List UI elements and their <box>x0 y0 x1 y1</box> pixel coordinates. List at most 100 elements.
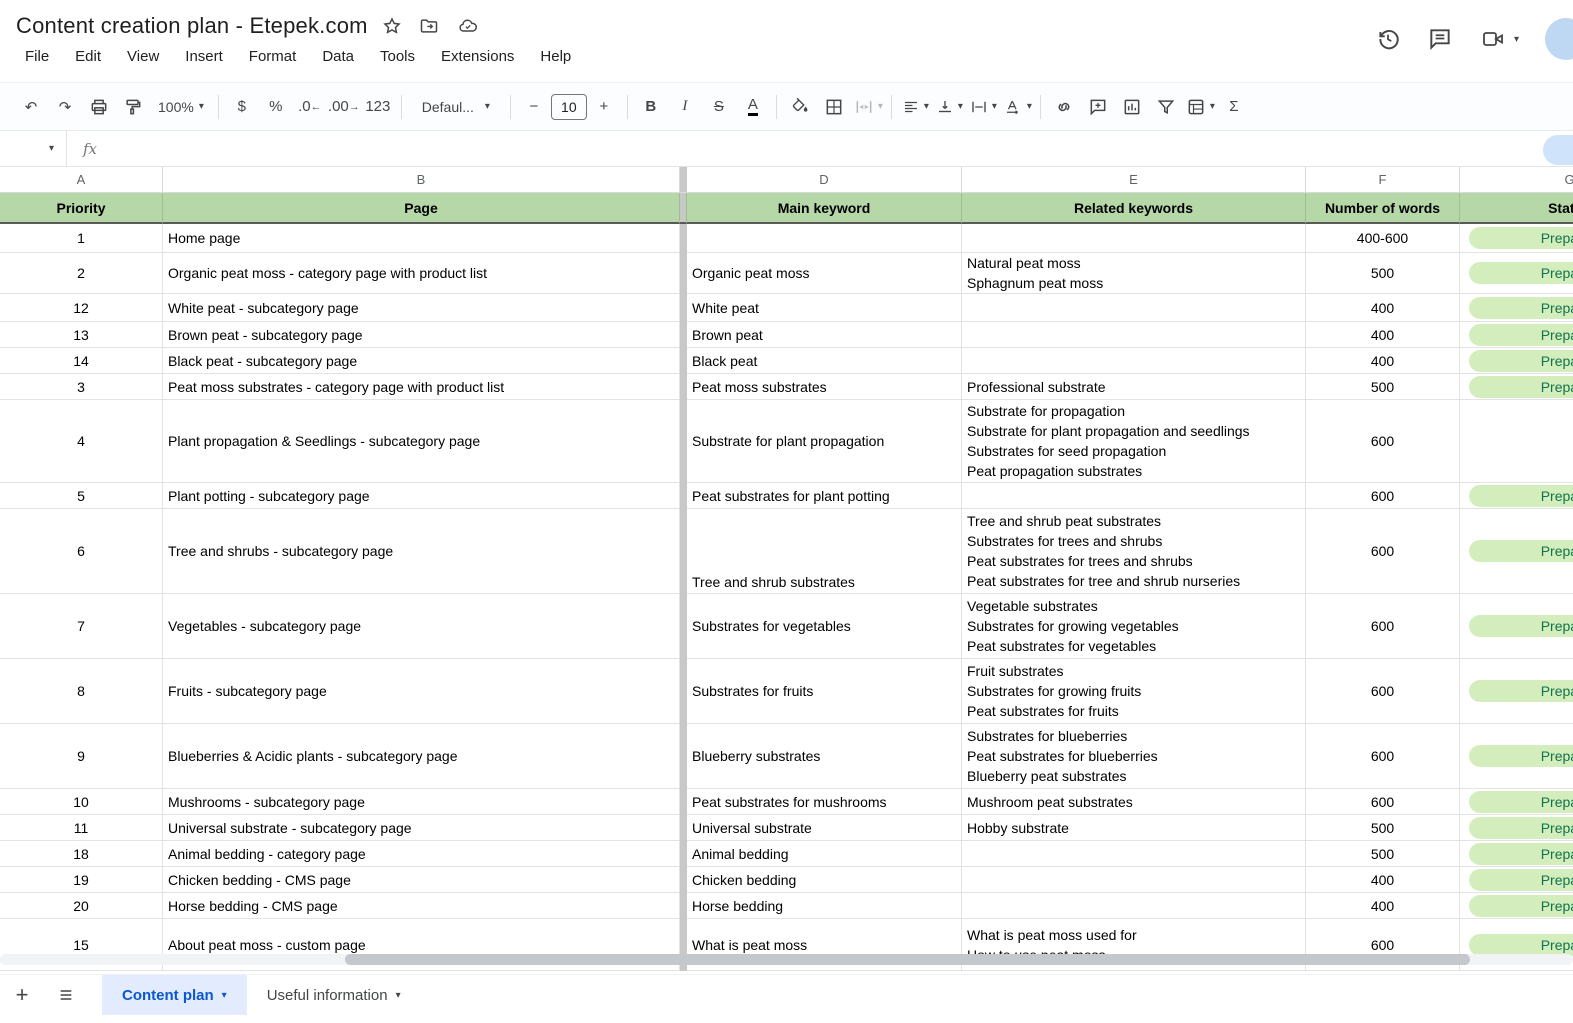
avatar[interactable] <box>1545 18 1573 60</box>
cell-status[interactable]: Prepared <box>1460 867 1573 893</box>
cell-number-of-words[interactable]: 600 <box>1306 483 1460 509</box>
merge-cells-button[interactable]: ▾ <box>851 90 885 124</box>
fill-color-button[interactable] <box>783 90 817 124</box>
menu-file[interactable]: File <box>16 46 58 67</box>
cell-related-keywords[interactable]: Hobby substrate <box>962 815 1306 841</box>
cell-main-keyword[interactable]: Animal bedding <box>687 841 962 867</box>
cell-related-keywords[interactable]: Mushroom peat substrates <box>962 789 1306 815</box>
cell-main-keyword[interactable]: Peat moss substrates <box>687 374 962 400</box>
table-views-button[interactable]: ▾ <box>1183 90 1217 124</box>
zoom-select[interactable]: 100%▾ <box>150 90 212 124</box>
insert-chart-button[interactable] <box>1115 90 1149 124</box>
cell-number-of-words[interactable]: 400 <box>1306 867 1460 893</box>
borders-button[interactable] <box>817 90 851 124</box>
cell-priority[interactable]: 19 <box>0 867 163 893</box>
cell-status[interactable]: Prepared <box>1460 253 1573 294</box>
status-badge[interactable]: Prepared <box>1469 540 1573 562</box>
text-wrap-button[interactable]: ▾ <box>966 90 1000 124</box>
cell-priority[interactable]: 3 <box>0 374 163 400</box>
cell-related-keywords[interactable]: Fruit substratesSubstrates for growing f… <box>962 659 1306 724</box>
cell-main-keyword[interactable]: Horse bedding <box>687 893 962 919</box>
cell-status[interactable]: Prepared <box>1460 374 1573 400</box>
cell-priority[interactable]: 11 <box>0 815 163 841</box>
cell-status[interactable]: Prepared <box>1460 841 1573 867</box>
cell-status[interactable]: Prepared <box>1460 893 1573 919</box>
cell-number-of-words[interactable]: 400 <box>1306 348 1460 374</box>
cell-main-keyword[interactable]: White peat <box>687 294 962 322</box>
cell-priority[interactable]: 14 <box>0 348 163 374</box>
document-title[interactable]: Content creation plan - Etepek.com <box>16 13 368 39</box>
strikethrough-button[interactable]: S <box>702 90 736 124</box>
status-badge[interactable]: Prepared <box>1469 843 1573 865</box>
cell-main-keyword[interactable]: Chicken bedding <box>687 867 962 893</box>
cell-page[interactable]: Black peat - subcategory page <box>163 348 680 374</box>
cell-page[interactable]: Organic peat moss - category page with p… <box>163 253 680 294</box>
cell-page[interactable]: Plant potting - subcategory page <box>163 483 680 509</box>
cell-page[interactable]: Horse bedding - CMS page <box>163 893 680 919</box>
cell-priority[interactable]: 6 <box>0 509 163 594</box>
cell-related-keywords[interactable] <box>962 348 1306 374</box>
increase-font-size-button[interactable]: + <box>587 90 621 124</box>
cell-page[interactable]: Vegetables - subcategory page <box>163 594 680 659</box>
menu-view[interactable]: View <box>118 46 168 67</box>
cell-related-keywords[interactable]: Natural peat mossSphagnum peat moss <box>962 253 1306 294</box>
cell-page[interactable]: Mushrooms - subcategory page <box>163 789 680 815</box>
cell-status[interactable]: Prepared <box>1460 483 1573 509</box>
redo-button[interactable]: ↷ <box>48 90 82 124</box>
cell-related-keywords[interactable] <box>962 841 1306 867</box>
cell-main-keyword[interactable]: Brown peat <box>687 322 962 348</box>
cell-status[interactable]: Prepared <box>1460 594 1573 659</box>
create-filter-button[interactable] <box>1149 90 1183 124</box>
cell-priority[interactable]: 9 <box>0 724 163 789</box>
menu-extensions[interactable]: Extensions <box>432 46 523 67</box>
cell-main-keyword[interactable]: Blueberry substrates <box>687 724 962 789</box>
header-cell-page[interactable]: Page <box>163 193 680 224</box>
name-box-caret-icon[interactable]: ▾ <box>49 143 54 154</box>
cell-number-of-words[interactable]: 400-600 <box>1306 224 1460 253</box>
undo-button[interactable]: ↶ <box>14 90 48 124</box>
insert-link-button[interactable] <box>1047 90 1081 124</box>
cell-page[interactable]: Universal substrate - subcategory page <box>163 815 680 841</box>
status-badge[interactable]: Prepared <box>1469 817 1573 839</box>
cell-priority[interactable]: 10 <box>0 789 163 815</box>
header-cell-priority[interactable]: Priority <box>0 193 163 224</box>
meet-caret-icon[interactable]: ▾ <box>1514 34 1519 45</box>
formula-bar-side-button[interactable] <box>1543 135 1573 165</box>
tab-content-plan-caret-icon[interactable]: ▾ <box>222 990 227 1001</box>
cell-number-of-words[interactable]: 400 <box>1306 294 1460 322</box>
cell-number-of-words[interactable]: 600 <box>1306 594 1460 659</box>
all-sheets-button[interactable] <box>44 975 88 1015</box>
cell-related-keywords[interactable]: Professional substrate <box>962 374 1306 400</box>
tab-useful-information-caret-icon[interactable]: ▾ <box>396 990 401 1001</box>
text-rotation-button[interactable]: ▾ <box>1000 90 1034 124</box>
status-badge[interactable]: Prepared <box>1469 615 1573 637</box>
status-badge[interactable]: Prepared <box>1469 262 1573 284</box>
status-badge[interactable]: Prepared <box>1469 680 1573 702</box>
status-badge[interactable]: Prepared <box>1469 745 1573 767</box>
cell-status[interactable]: Prepared <box>1460 224 1573 253</box>
history-icon[interactable] <box>1375 26 1401 52</box>
column-header-G[interactable]: G <box>1460 167 1573 192</box>
cell-status[interactable]: Prepared <box>1460 724 1573 789</box>
menu-data[interactable]: Data <box>313 46 363 67</box>
name-box[interactable]: ▾ <box>0 143 66 154</box>
cell-related-keywords[interactable]: Substrates for blueberriesPeat substrate… <box>962 724 1306 789</box>
cell-main-keyword[interactable]: Peat substrates for mushrooms <box>687 789 962 815</box>
cell-number-of-words[interactable]: 500 <box>1306 253 1460 294</box>
cell-main-keyword[interactable]: Organic peat moss <box>687 253 962 294</box>
cell-related-keywords[interactable] <box>962 483 1306 509</box>
format-currency-button[interactable]: $ <box>225 90 259 124</box>
cell-main-keyword[interactable]: Black peat <box>687 348 962 374</box>
horizontal-align-button[interactable]: ▾ <box>898 90 932 124</box>
status-badge[interactable]: Prepared <box>1469 350 1573 372</box>
cell-related-keywords[interactable] <box>962 867 1306 893</box>
italic-button[interactable]: I <box>668 90 702 124</box>
cell-main-keyword[interactable]: Substrates for fruits <box>687 659 962 724</box>
cell-related-keywords[interactable] <box>962 322 1306 348</box>
header-cell-number-of-words[interactable]: Number of words <box>1306 193 1460 224</box>
add-sheet-button[interactable]: + <box>0 975 44 1015</box>
number-format-button[interactable]: 123 <box>361 90 395 124</box>
cell-number-of-words[interactable]: 400 <box>1306 322 1460 348</box>
horizontal-scrollbar[interactable] <box>0 954 1573 965</box>
cell-status[interactable]: Prepared <box>1460 294 1573 322</box>
